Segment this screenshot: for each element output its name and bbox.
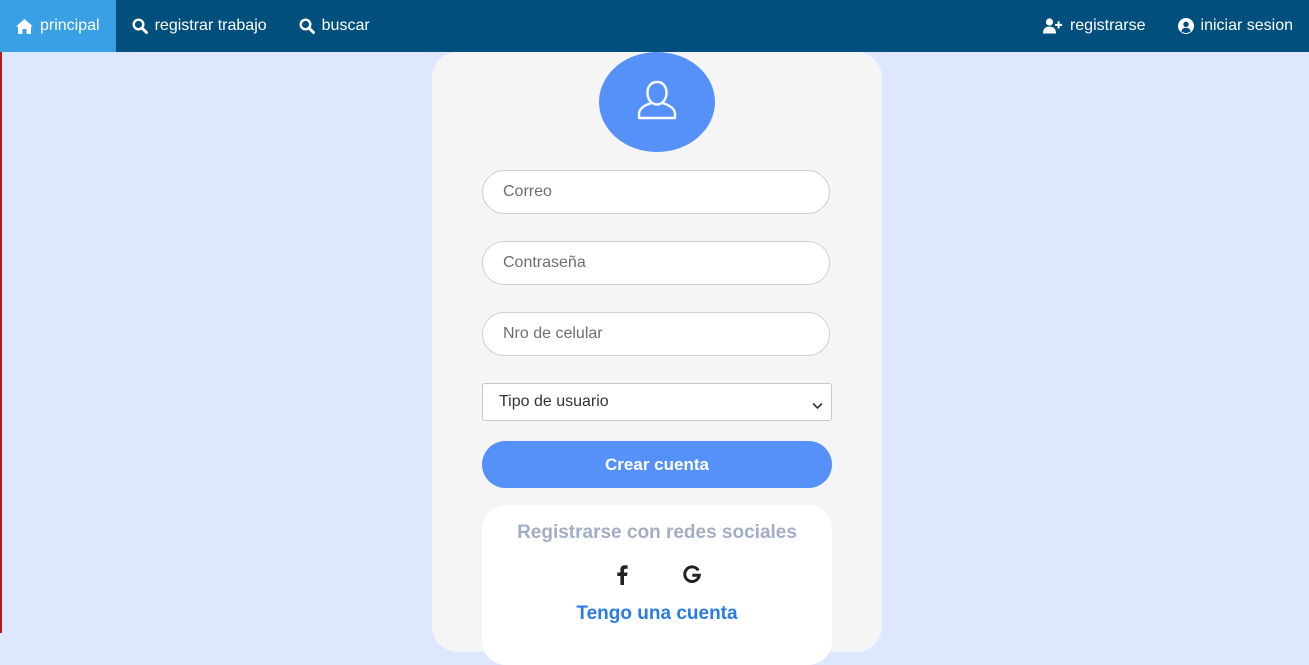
register-card: Tipo de usuario Crear cuenta Registrarse…: [432, 52, 882, 665]
search-icon: [132, 18, 148, 34]
user-circle-icon: [1177, 18, 1194, 34]
home-icon: [16, 18, 33, 34]
avatar: [599, 52, 715, 152]
nav-label-iniciar-sesion: iniciar sesion: [1200, 17, 1293, 34]
social-icons-row: [482, 563, 832, 587]
phone-field[interactable]: [482, 312, 830, 356]
user-plus-icon: [1042, 18, 1063, 34]
nav-label-principal: principal: [40, 17, 100, 34]
window-edge: [0, 52, 2, 633]
top-navbar: principal registrar trabajo buscar regis…: [0, 0, 1309, 52]
nav-item-iniciar-sesion[interactable]: iniciar sesion: [1162, 0, 1309, 52]
facebook-icon[interactable]: [612, 563, 632, 587]
search-icon: [299, 18, 315, 34]
google-icon[interactable]: [682, 563, 702, 587]
nav-right-group: registrarse iniciar sesion: [1027, 0, 1309, 52]
have-account-link[interactable]: Tengo una cuenta: [482, 603, 832, 625]
nav-left-group: principal registrar trabajo buscar: [0, 0, 386, 52]
nav-item-buscar[interactable]: buscar: [283, 0, 386, 52]
nav-item-registrar-trabajo[interactable]: registrar trabajo: [116, 0, 283, 52]
user-type-selected-value: Tipo de usuario: [499, 393, 609, 410]
user-type-select[interactable]: Tipo de usuario: [482, 383, 832, 421]
password-field[interactable]: [482, 241, 830, 285]
email-field[interactable]: [482, 170, 830, 214]
create-account-button[interactable]: Crear cuenta: [482, 441, 832, 488]
social-login-box: Registrarse con redes sociales Tengo una…: [482, 505, 832, 665]
nav-label-registrar-trabajo: registrar trabajo: [154, 17, 267, 34]
nav-item-registrarse[interactable]: registrarse: [1027, 0, 1162, 52]
nav-label-buscar: buscar: [321, 17, 370, 34]
nav-item-principal[interactable]: principal: [0, 0, 116, 52]
chevron-down-icon: [812, 397, 823, 415]
social-title: Registrarse con redes sociales: [517, 522, 797, 543]
nav-label-registrarse: registrarse: [1069, 17, 1146, 34]
user-icon: [635, 79, 679, 126]
